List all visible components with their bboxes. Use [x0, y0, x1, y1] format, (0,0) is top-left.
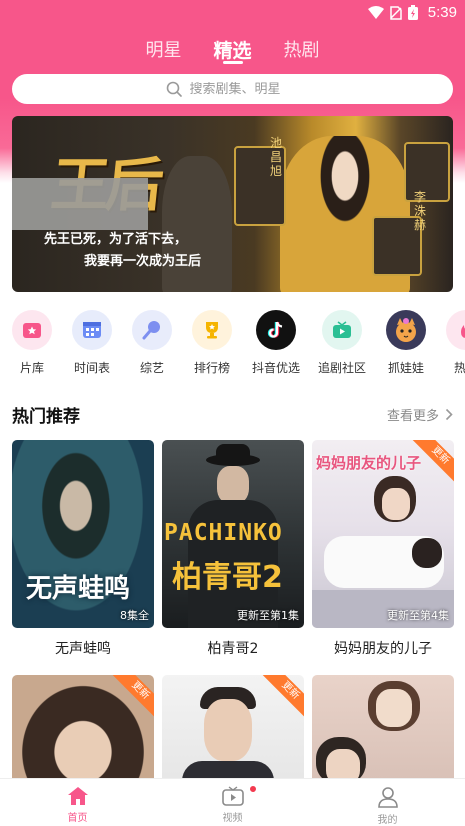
banner-tagline: 先王已死，为了活下去， [44, 232, 188, 247]
nav-home[interactable]: 首页 [0, 779, 155, 826]
nav-label: 视频 [222, 813, 243, 824]
hat-shape [216, 444, 250, 460]
drama-card[interactable]: 妈妈朋友的儿子 更新 更新至第4集 妈妈朋友的儿子 [312, 440, 454, 658]
banner-tagline: 我要再一次成为王后 [84, 254, 202, 269]
poster-title: 柏青哥2 [172, 560, 283, 595]
hero-banner[interactable]: 王后 池昌旭 李洙赫 先王已死，为了活下去， 我要再一次成为王后 [12, 116, 453, 292]
drama-card[interactable] [312, 675, 454, 785]
episode-label: 更新至第4集 [387, 609, 449, 622]
drama-card[interactable]: 无声蛙鸣 8集全 无声蛙鸣 [12, 440, 154, 658]
battery-charging-icon [407, 5, 418, 20]
poster-title-en: PACHINKO [164, 520, 283, 546]
variety-icon [132, 310, 172, 350]
poster-image: 更新 [162, 675, 304, 785]
face-shape [204, 699, 252, 761]
chevron-right-icon [445, 408, 453, 421]
shortcut-row: 片库 时间表 综艺 排行榜 抖音优选 追剧社区 抓娃娃 热 [0, 310, 465, 380]
search-input[interactable] [189, 81, 300, 97]
shortcut-label: 排行榜 [193, 361, 230, 375]
shortcut-label: 综艺 [139, 361, 164, 375]
poster-image: 妈妈朋友的儿子 更新 更新至第4集 [312, 440, 454, 628]
profile-icon [377, 787, 398, 808]
see-more-label: 查看更多 [386, 409, 439, 424]
shortcut-hot-drama[interactable]: 热剧 [436, 310, 465, 376]
shortcut-label: 片库 [19, 361, 44, 375]
shortcut-douyin[interactable]: 抖音优选 [246, 310, 306, 376]
poster-image: PACHINKO 柏青哥2 更新至第1集 [162, 440, 304, 628]
shortcut-label: 追剧社区 [317, 361, 366, 375]
shortcut-label: 抖音优选 [251, 361, 300, 375]
no-sim-icon [390, 5, 402, 20]
poster-title: 无声蛙鸣 [26, 574, 131, 604]
face-shape [217, 466, 249, 504]
poster-image: 更新 [12, 675, 154, 785]
calendar-icon [72, 310, 112, 350]
poster-image: 无声蛙鸣 8集全 [12, 440, 154, 628]
blurred-overlay [12, 178, 148, 230]
see-more-link[interactable]: 查看更多 [387, 405, 453, 424]
drama-card[interactable]: 更新 [162, 675, 304, 785]
home-icon [67, 787, 88, 805]
episode-label: 更新至第1集 [237, 609, 299, 622]
claw-machine-icon [386, 310, 426, 350]
episode-label: 8集全 [120, 609, 149, 622]
shortcut-ranking[interactable]: 排行榜 [182, 310, 242, 376]
card-title: 妈妈朋友的儿子 [334, 641, 432, 657]
shortcut-claw-machine[interactable]: 抓娃娃 [376, 310, 436, 376]
search-bar[interactable] [12, 74, 453, 104]
search-icon [166, 81, 182, 97]
tiktok-icon [256, 310, 296, 350]
video-icon [221, 786, 244, 806]
section-title: 热门推荐 [12, 407, 80, 427]
status-icons: 5:39 [367, 4, 457, 21]
shortcut-label: 时间表 [73, 361, 110, 375]
drama-card[interactable]: PACHINKO 柏青哥2 更新至第1集 柏青哥2 [162, 440, 304, 658]
shortcut-community[interactable]: 追剧社区 [312, 310, 372, 376]
shortcut-variety[interactable]: 综艺 [122, 310, 182, 376]
tv-community-icon [322, 310, 362, 350]
banner-cast-name: 李洙赫 [414, 190, 427, 232]
shortcut-label: 抓娃娃 [387, 361, 424, 375]
tab-stars[interactable]: 明星 [143, 36, 183, 63]
face-shape [376, 689, 412, 727]
film-library-icon [12, 310, 52, 350]
notification-dot [250, 786, 256, 792]
nav-label: 我的 [377, 815, 398, 826]
shortcut-film-library[interactable]: 片库 [2, 310, 62, 376]
status-bar: 5:39 [0, 0, 465, 28]
active-tab-indicator [223, 61, 243, 64]
section-header: 热门推荐 查看更多 [12, 402, 453, 427]
update-badge: 更新 [111, 675, 154, 720]
wifi-icon [367, 5, 384, 19]
tab-hot-dramas[interactable]: 热剧 [282, 36, 322, 63]
update-badge: 更新 [261, 675, 304, 720]
poster-title: 妈妈朋友的儿子 [316, 454, 422, 472]
face-shape [382, 488, 410, 520]
drama-card[interactable]: 更新 [12, 675, 154, 785]
bottom-nav: 首页 视频 我的 [0, 778, 465, 826]
banner-figure [162, 156, 232, 292]
top-tabs: 明星 精选 热剧 [0, 36, 465, 63]
banner-cast-name: 池昌旭 [270, 136, 283, 178]
card-title: 无声蛙鸣 [55, 641, 111, 657]
nav-profile[interactable]: 我的 [310, 779, 465, 826]
hair-shape [412, 538, 442, 568]
status-time: 5:39 [427, 4, 457, 21]
shortcut-label: 热剧 [453, 361, 465, 375]
hot-drama-icon [446, 310, 465, 350]
nav-label: 首页 [67, 813, 88, 824]
poster-image [312, 675, 454, 785]
tab-featured[interactable]: 精选 [211, 36, 253, 63]
card-title: 柏青哥2 [207, 641, 259, 657]
shortcut-schedule[interactable]: 时间表 [62, 310, 122, 376]
nav-video[interactable]: 视频 [155, 779, 310, 826]
trophy-icon [192, 310, 232, 350]
